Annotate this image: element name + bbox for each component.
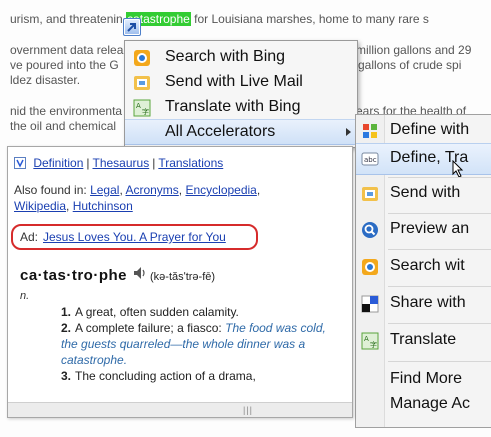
ad-link[interactable]: Jesus Loves You. A Prayer for You — [43, 230, 226, 244]
definition-number: 3. — [61, 369, 72, 383]
share-icon — [361, 295, 379, 313]
part-of-speech: n. — [20, 290, 30, 302]
menu-item-search-bing[interactable]: Search with Bing — [125, 45, 357, 69]
also-found-in: Also found in: Legal, Acronyms, Encyclop… — [14, 183, 261, 213]
bing-icon — [362, 259, 378, 275]
submenu-item-label: Share with — [390, 294, 466, 311]
menu-item-label: Translate with Bing — [165, 98, 301, 115]
pronunciation: (kə-tăsʹtrə-fē) — [150, 271, 216, 283]
article-line: ve poured into the G — [10, 58, 119, 72]
find-more-accelerators-link[interactable]: Find More — [390, 370, 462, 388]
also-found-hutchinson-link[interactable]: Hutchinson — [73, 199, 133, 213]
accelerator-menu: Search with Bing Send with Live Mail A 字… — [124, 40, 358, 148]
svg-text:字: 字 — [142, 107, 149, 116]
thesaurus-link[interactable]: Thesaurus — [93, 156, 150, 170]
submenu-item-label: Search wit — [390, 257, 465, 274]
definition-text: A great, often sudden calamity. — [75, 305, 239, 319]
ad-label: Ad: — [20, 230, 39, 244]
bing-icon — [134, 50, 150, 66]
translations-link[interactable]: Translations — [158, 156, 223, 170]
article-line: gallons of crude spi — [358, 58, 462, 72]
submenu-arrow-icon — [346, 128, 351, 136]
submenu-separator — [388, 177, 491, 178]
live-mail-icon — [134, 76, 150, 90]
mouse-cursor-icon — [452, 160, 464, 178]
scrollbar-grip[interactable]: ||| — [243, 405, 253, 415]
accelerator-preview-window: Definition | Thesaurus | Translations Also f… — [7, 146, 353, 418]
also-found-legal-link[interactable]: Legal — [90, 183, 119, 197]
definition-text: The concluding action of a drama, — [75, 369, 256, 383]
menu-item-translate-bing[interactable]: A 字 Translate with Bing — [125, 95, 357, 119]
menu-item-all-accelerators[interactable]: All Accelerators — [125, 119, 357, 145]
definition-item: 3. The concluding action of a drama, — [61, 368, 331, 384]
submenu-item-search[interactable]: Search wit — [356, 252, 491, 282]
ad-banner: Ad: Jesus Loves You. A Prayer for You — [11, 224, 258, 250]
link-separator: | — [86, 156, 90, 170]
accelerator-button[interactable] — [123, 18, 141, 36]
menu-item-label: Search with Bing — [165, 48, 286, 65]
definition-number: 1. — [61, 305, 72, 319]
link-separator: | — [152, 156, 156, 170]
submenu-item-define-translate[interactable]: abc Define, Tra — [356, 143, 491, 178]
submenu-separator — [388, 323, 491, 324]
svg-text:A: A — [136, 102, 141, 110]
definition-number: 2. — [61, 321, 72, 335]
submenu-item-label: Translate — [390, 331, 457, 348]
article-text: for Louisiana marshes, home to many rare… — [194, 12, 429, 26]
submenu-item-define[interactable]: Define with — [356, 116, 491, 146]
svg-text:abc: abc — [364, 156, 377, 164]
translate-icon: A 字 — [361, 332, 379, 350]
horizontal-scrollbar[interactable]: ||| — [8, 402, 352, 417]
manage-accelerators-link[interactable]: Manage Ac — [390, 395, 470, 413]
windows-flag-icon — [363, 124, 377, 138]
also-found-encyclopedia-link[interactable]: Encyclopedia — [185, 183, 256, 197]
svg-text:A: A — [364, 335, 369, 343]
dictionary-icon — [14, 157, 26, 169]
menu-item-label: All Accelerators — [165, 123, 276, 140]
submenu-item-preview[interactable]: Preview an — [356, 215, 491, 245]
submenu-item-label: Preview an — [390, 220, 470, 237]
submenu-separator — [388, 361, 491, 362]
headword: ca·tas·tro·phe — [20, 267, 128, 284]
menu-item-send-live-mail[interactable]: Send with Live Mail — [125, 70, 357, 94]
definition-item: 1. A great, often sudden calamity. — [61, 304, 331, 320]
translate-icon: A 字 — [133, 99, 151, 117]
speaker-icon[interactable] — [133, 266, 147, 280]
dictionary-icon: abc — [361, 152, 379, 166]
menu-item-label: Send with Live Mail — [165, 73, 303, 90]
live-mail-icon — [362, 187, 378, 201]
article-line: urism, and threatenin catastrophe for Lo… — [10, 12, 429, 26]
definition-link[interactable]: Definition — [33, 156, 83, 170]
submenu-item-label: Define with — [390, 121, 470, 138]
accelerator-arrow-icon — [127, 23, 136, 32]
article-line: million gallons and 29 — [356, 43, 472, 57]
preview-nav-links: Definition | Thesaurus | Translations — [14, 156, 223, 170]
magnifier-icon — [362, 222, 378, 238]
submenu-separator — [388, 286, 491, 287]
article-line: ldez disaster. — [10, 73, 81, 87]
submenu-item-label: Send with — [390, 184, 461, 201]
article-line: nid the environmenta — [10, 104, 123, 118]
submenu-separator — [388, 213, 491, 214]
all-accelerators-submenu: Define with abc Define, Tra Send with Pr… — [355, 114, 491, 428]
submenu-item-share[interactable]: Share with — [356, 289, 491, 319]
submenu-item-send[interactable]: Send with — [356, 179, 491, 209]
article-line: overnment data relea — [10, 43, 124, 57]
definition-item: 2. A complete failure; a fiasco: The food… — [61, 320, 331, 368]
article-line: the oil and chemical — [10, 119, 117, 133]
submenu-separator — [388, 249, 491, 250]
article-text: urism, and threatenin — [10, 12, 123, 26]
definition-text: A complete failure; a fiasco: — [75, 321, 222, 335]
also-found-acronyms-link[interactable]: Acronyms — [125, 183, 178, 197]
svg-text:字: 字 — [370, 340, 377, 349]
submenu-item-translate[interactable]: A 字 Translate — [356, 326, 491, 356]
also-found-label: Also found in: — [14, 183, 87, 197]
also-found-wikipedia-link[interactable]: Wikipedia — [14, 199, 66, 213]
